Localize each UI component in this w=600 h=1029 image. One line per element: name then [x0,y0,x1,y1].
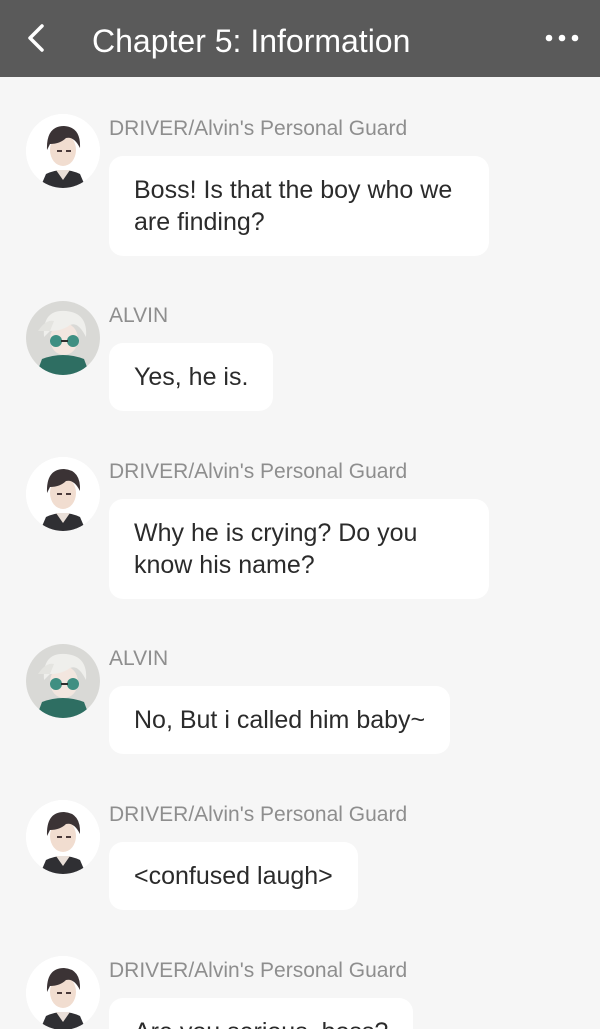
avatar-driver[interactable] [26,457,100,531]
more-horizontal-icon [545,34,579,42]
avatar-driver[interactable] [26,956,100,1029]
chevron-left-icon [28,24,44,52]
speaker-name: ALVIN [109,647,169,670]
avatar-driver[interactable] [26,114,100,188]
avatar-driver[interactable] [26,800,100,874]
speaker-name: DRIVER/Alvin's Personal Guard [109,959,408,982]
chat-message-list[interactable]: DRIVER/Alvin's Personal Guard Boss! Is t… [0,77,600,1029]
speaker-name: DRIVER/Alvin's Personal Guard [109,117,408,140]
message-bubble[interactable]: Yes, he is. [109,343,274,411]
back-button[interactable] [18,18,58,58]
avatar-alvin[interactable] [26,644,100,718]
avatar-alvin[interactable] [26,301,100,375]
speaker-name: DRIVER/Alvin's Personal Guard [109,460,408,483]
message-bubble[interactable]: Why he is crying? Do you know his name? [109,499,489,599]
top-app-bar: Chapter 5: Information [0,0,600,77]
message-bubble[interactable]: Boss! Is that the boy who we are finding… [109,156,489,256]
speaker-name: DRIVER/Alvin's Personal Guard [109,803,408,826]
speaker-name: ALVIN [109,304,169,327]
message-bubble[interactable]: No, But i called him baby~ [109,686,451,754]
page-title: Chapter 5: Information [92,23,411,59]
more-options-button[interactable] [542,22,582,54]
message-bubble[interactable]: Are you serious, boss? [109,998,414,1029]
message-bubble[interactable]: <confused laugh> [109,842,358,910]
